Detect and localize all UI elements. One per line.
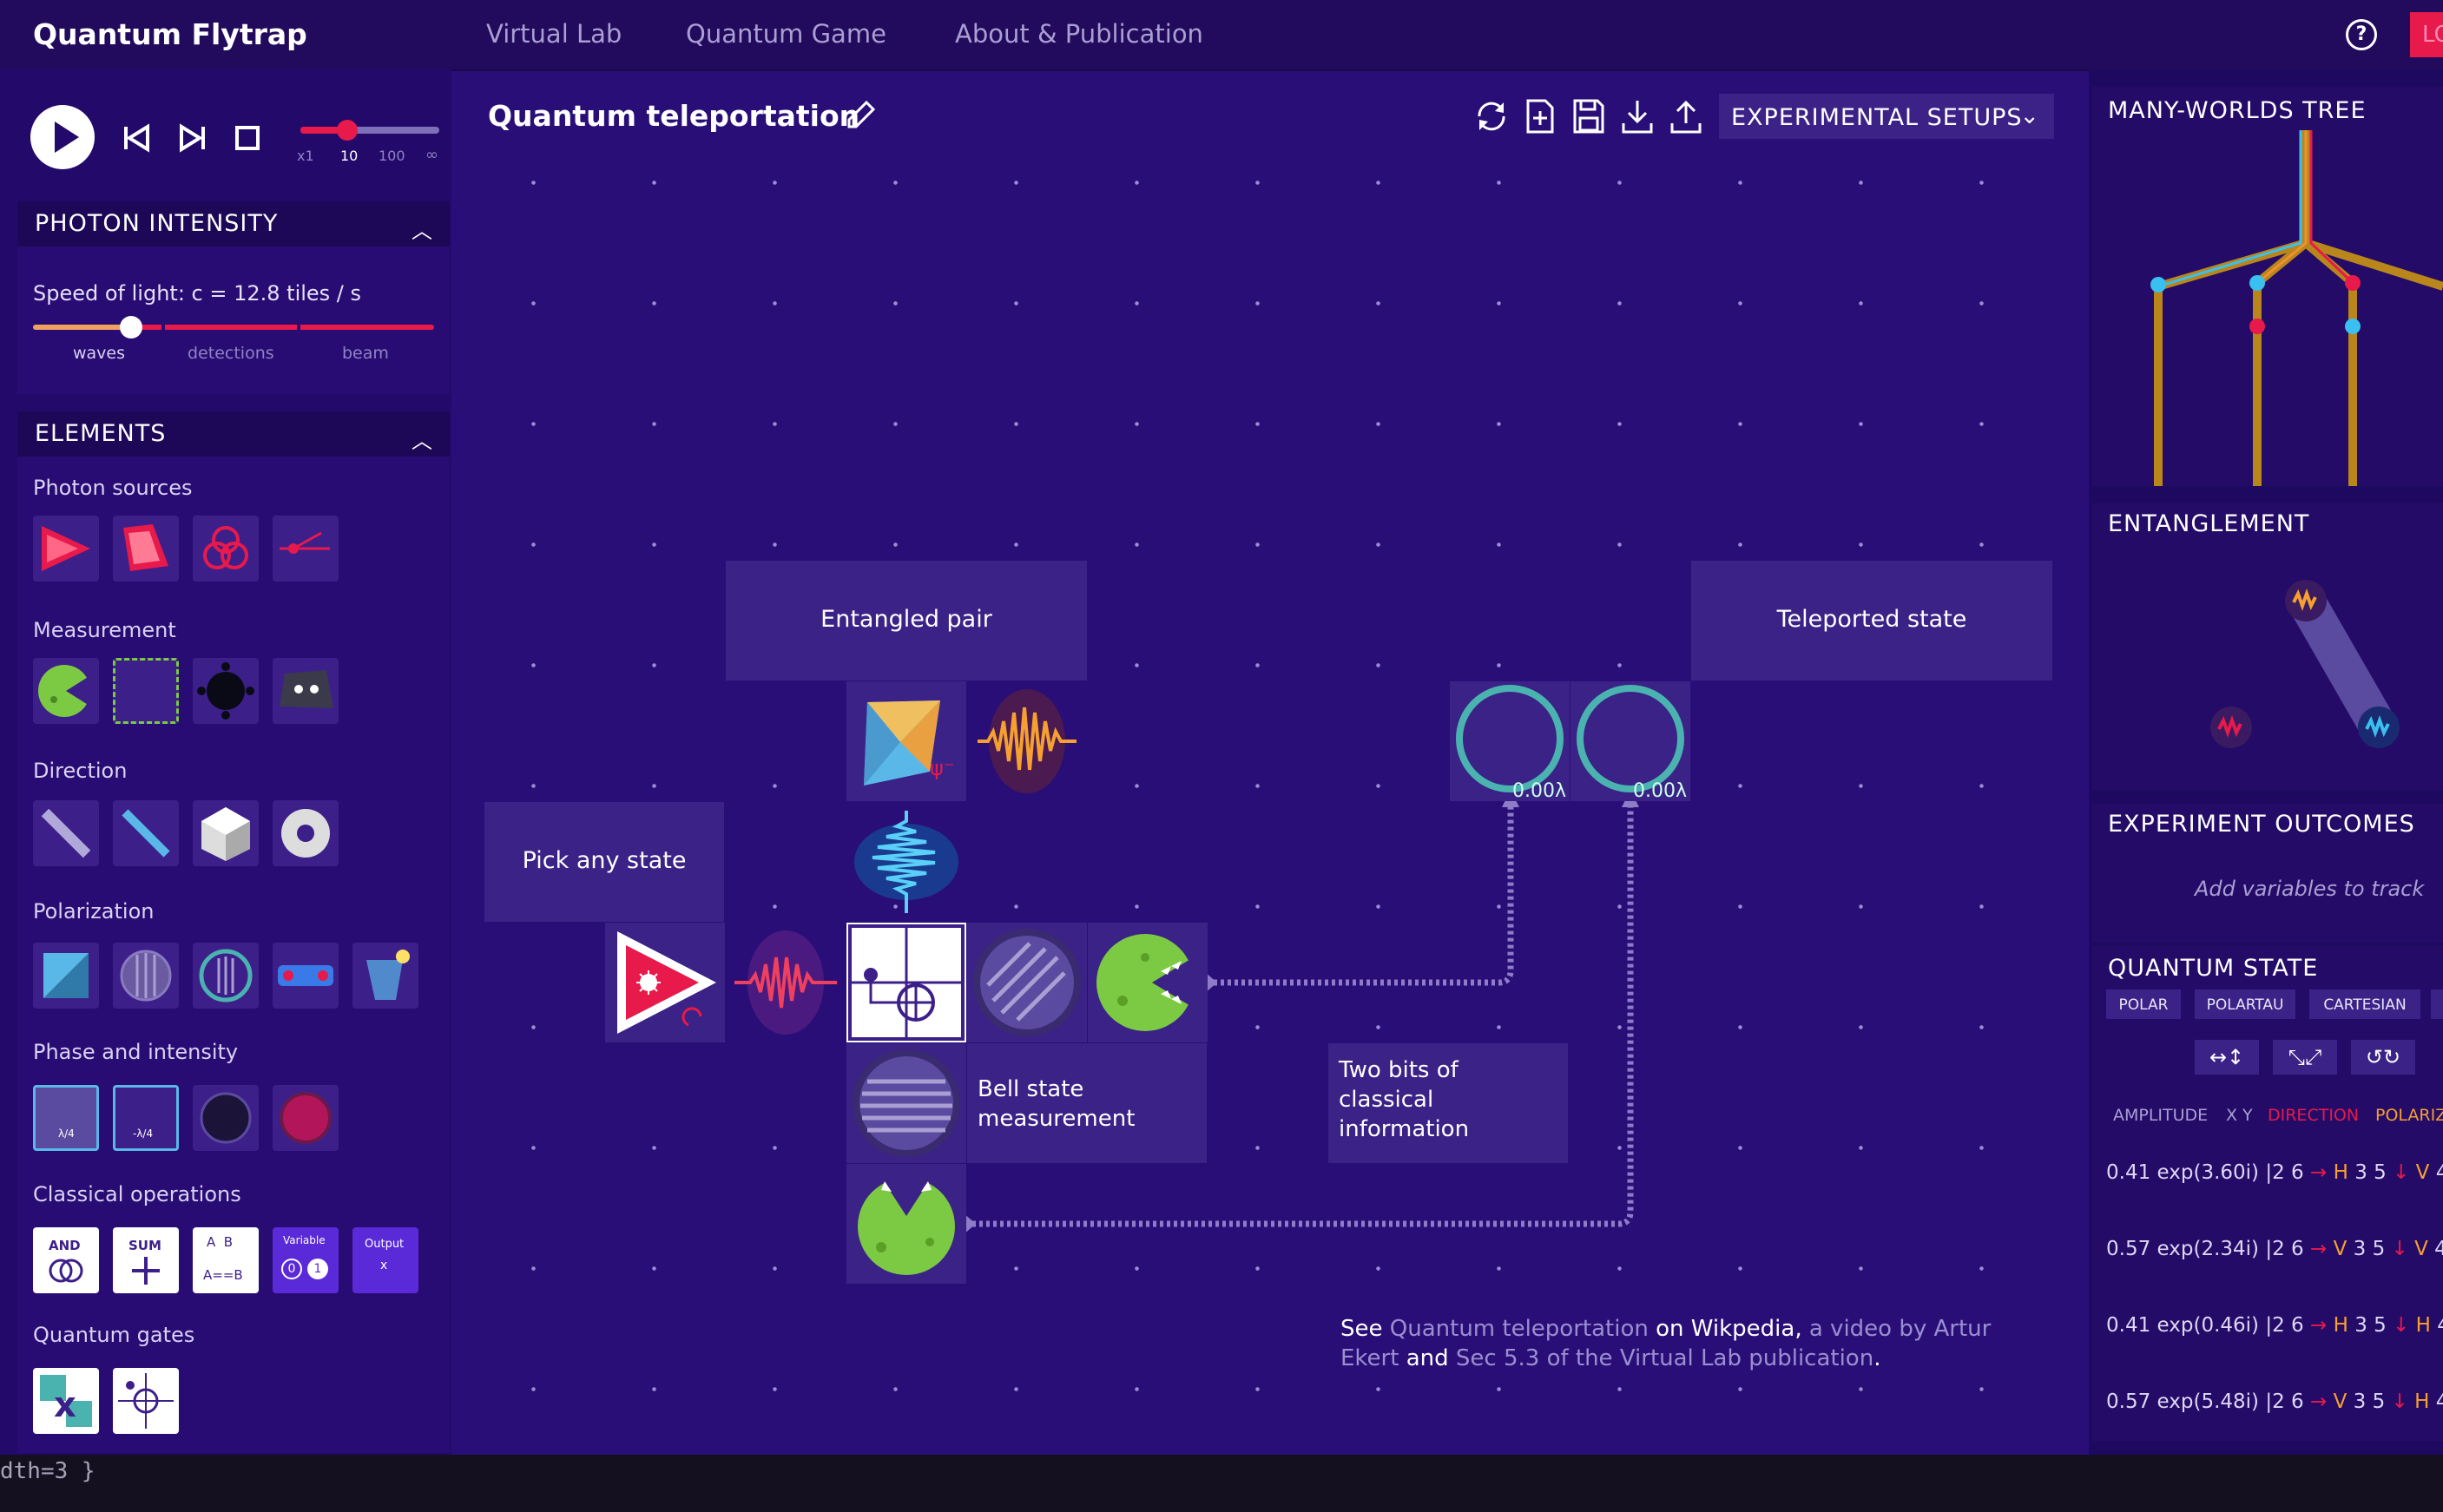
flytrap-detector-bottom-cell[interactable] <box>846 1164 966 1284</box>
direction-arrow: ↓ <box>2391 1238 2408 1260</box>
outcomes-hint[interactable]: Add variables to track <box>2195 877 2424 901</box>
label-two-bits-line3: information <box>1339 1116 1470 1142</box>
caption-on: on <box>1656 1316 1684 1342</box>
help-icon[interactable]: ? <box>2346 19 2377 50</box>
many-worlds-title: MANY-WORLDS TREE <box>2108 97 2367 124</box>
link-virtual-lab-publication[interactable]: Sec 5.3 of the Virtual Lab publication <box>1456 1345 1873 1371</box>
detector-1-reading: 0.00λ <box>1512 780 1567 802</box>
photon-wave-orange <box>978 689 1077 793</box>
caption-see: See <box>1340 1316 1383 1342</box>
direction-arrow: → <box>2309 1314 2328 1337</box>
direction-arrow: → <box>2309 1238 2328 1260</box>
description-text: See Quantum teleportation on Wikpedia, a… <box>1340 1314 2052 1373</box>
direction-arrow: ↓ <box>2391 1390 2408 1413</box>
polarization-value: H <box>2333 1314 2348 1337</box>
direction-arrow: → <box>2309 1390 2328 1413</box>
label-two-bits-line1: Two bits of <box>1339 1057 1459 1083</box>
ket-position: 3 5 <box>2353 1390 2386 1413</box>
state-row: 0.57 exp(5.48i) |2 6 → V 3 5 ↓ H 4 4 <box>2106 1390 2443 1413</box>
polarization-value: H <box>2333 1161 2348 1184</box>
mode-cartesian-button[interactable]: CARTESIAN <box>2309 989 2420 1019</box>
polarization-value: H <box>2414 1390 2430 1413</box>
cnot-gate-cell[interactable] <box>846 923 966 1042</box>
bbo-crystal-cell[interactable]: ψ⁻ <box>846 681 966 801</box>
label-two-bits-box[interactable]: Two bits of classical information <box>1328 1043 1568 1163</box>
link-video[interactable]: a video by Artur <box>1809 1316 1991 1342</box>
entanglement-graph[interactable] <box>2092 547 2443 781</box>
ket-position: 4 4 <box>2434 1238 2443 1260</box>
polarization-value: V <box>2414 1238 2428 1260</box>
mode-overflow-button[interactable] <box>2431 989 2443 1019</box>
photon-wave-red <box>734 930 837 1035</box>
direction-arrow: → <box>2309 1161 2328 1184</box>
wave-plate-diagonal-cell[interactable] <box>967 923 1087 1042</box>
experiment-outcomes-title: EXPERIMENT OUTCOMES <box>2108 811 2415 838</box>
mode-polartau-button[interactable]: POLARTAU <box>2195 989 2295 1019</box>
polarizer-horizontal-cell[interactable] <box>846 1043 966 1163</box>
direction-arrow: ↓ <box>2393 1161 2410 1184</box>
polarization-value: V <box>2333 1238 2348 1260</box>
state-row: 0.57 exp(2.34i) |2 6 → V 3 5 ↓ V 4 4 <box>2106 1238 2443 1260</box>
amplitude-value: 0.41 exp(0.46i) <box>2106 1314 2260 1337</box>
ket-position: 3 5 <box>2353 1238 2386 1260</box>
output-detector-1[interactable]: 0.00λ <box>1450 681 1570 802</box>
polarization-value: H <box>2415 1314 2431 1337</box>
ket-position: |2 6 <box>2265 1314 2304 1337</box>
flytrap-detector-cell[interactable] <box>1088 923 1208 1042</box>
app-window: Quantum Flytrap Virtual Lab Quantum Game… <box>0 0 2443 1455</box>
column-polarization[interactable]: POLARIZ <box>2375 1106 2443 1125</box>
quantum-state-panel <box>2092 946 2443 1441</box>
photon-wave-blue <box>854 811 958 913</box>
column-xy[interactable]: X Y <box>2226 1106 2253 1125</box>
link-quantum-teleportation[interactable]: Quantum teleportation <box>1390 1316 1649 1342</box>
direction-arrow: ↓ <box>2393 1314 2410 1337</box>
ket-position: 3 5 <box>2354 1314 2387 1337</box>
mode-polar-button[interactable]: POLAR <box>2106 989 2181 1019</box>
ket-position: 4 4 <box>2437 1314 2443 1337</box>
label-two-bits-line2: classical <box>1339 1087 1434 1113</box>
rotate-circular-icon[interactable]: ↺↻ <box>2351 1040 2415 1075</box>
polarization-value: V <box>2415 1161 2430 1184</box>
ket-position: |2 6 <box>2265 1161 2304 1184</box>
link-video-ekert[interactable]: Ekert <box>1340 1345 1399 1371</box>
column-amplitude[interactable]: AMPLITUDE <box>2113 1106 2208 1125</box>
amplitude-value: 0.57 exp(2.34i) <box>2106 1238 2260 1260</box>
ket-position: |2 6 <box>2265 1390 2304 1413</box>
polarization-value: V <box>2333 1390 2348 1413</box>
detector-2-reading: 0.00λ <box>1633 780 1688 802</box>
label-bell-line2: measurement <box>978 1106 1136 1132</box>
login-button[interactable]: LO <box>2410 12 2443 57</box>
terminal-text: dth=3 } <box>0 1458 95 1484</box>
amplitude-value: 0.57 exp(5.48i) <box>2106 1390 2260 1413</box>
ket-position: 4 4 <box>2435 1390 2443 1413</box>
label-bell-state-box[interactable]: Bell state measurement <box>967 1043 1207 1163</box>
output-detector-2[interactable]: 0.00λ <box>1570 681 1690 802</box>
column-direction[interactable]: DIRECTION <box>2268 1106 2359 1125</box>
terminal-strip <box>0 1455 2443 1512</box>
many-worlds-tree[interactable] <box>2092 130 2443 486</box>
rotate-diagonal-icon[interactable]: ⤡⤢ <box>2273 1040 2337 1075</box>
entanglement-title: ENTANGLEMENT <box>2108 510 2310 537</box>
state-row: 0.41 exp(0.46i) |2 6 → H 3 5 ↓ H 4 4 <box>2106 1314 2443 1337</box>
laser-cell[interactable] <box>605 923 725 1042</box>
ket-position: 4 4 <box>2435 1161 2443 1184</box>
psi-minus-label: ψ⁻ <box>930 756 955 780</box>
flip-horizontal-icon[interactable]: ↔↕ <box>2195 1040 2259 1075</box>
caption-end: . <box>1873 1345 1881 1371</box>
quantum-state-title: QUANTUM STATE <box>2108 955 2319 982</box>
link-wikipedia[interactable]: Wikpedia, <box>1691 1316 1802 1342</box>
label-bell-line1: Bell state <box>978 1076 1084 1102</box>
ket-position: |2 6 <box>2265 1238 2304 1260</box>
amplitude-value: 0.41 exp(3.60i) <box>2106 1161 2260 1184</box>
state-row: 0.41 exp(3.60i) |2 6 → H 3 5 ↓ V 4 4 <box>2106 1161 2443 1184</box>
ket-position: 3 5 <box>2354 1161 2387 1184</box>
caption-and: and <box>1406 1345 1449 1371</box>
